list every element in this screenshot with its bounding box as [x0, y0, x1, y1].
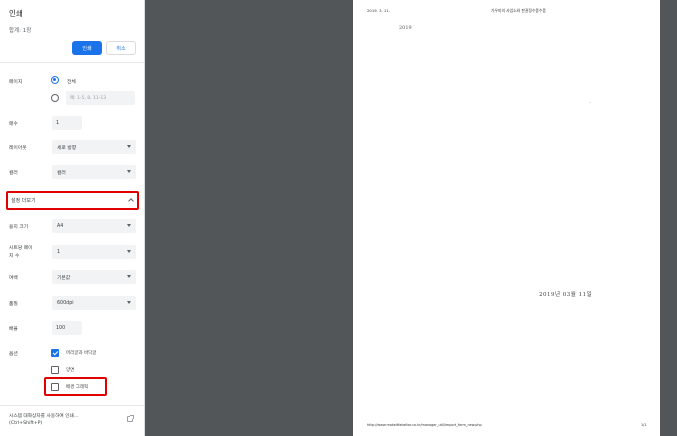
scale-label: 배율: [9, 327, 18, 332]
margins-value: 기본값: [57, 275, 71, 281]
pages-range-radio[interactable]: [51, 94, 59, 102]
layout-value: 세로 방향: [57, 145, 77, 151]
color-select[interactable]: 컬러: [52, 165, 136, 179]
background-graphics-checkbox[interactable]: [51, 383, 59, 391]
chevron-down-icon: [127, 224, 131, 227]
pages-per-sheet-label: 시트당 페이: [9, 246, 33, 251]
chevron-down-icon: [127, 145, 131, 148]
divider: [0, 405, 144, 406]
page-year: 2019: [399, 25, 412, 31]
open-external-icon: [127, 415, 134, 422]
duplex-label: 양면: [66, 368, 75, 373]
color-label: 컬러: [9, 171, 18, 176]
quality-value: 600dpi: [57, 300, 74, 306]
chevron-down-icon: [127, 250, 131, 253]
scale-input[interactable]: 100: [52, 321, 82, 335]
margins-select[interactable]: 기본값: [52, 270, 136, 284]
chevron-down-icon: [127, 301, 131, 304]
background-graphics-label: 배경 그래픽: [66, 385, 89, 390]
paper-size-label: 용지 크기: [9, 225, 29, 230]
print-button[interactable]: 인쇄: [72, 41, 102, 55]
pages-all-label: 전체: [67, 80, 76, 85]
quality-select[interactable]: 600dpi: [52, 296, 136, 310]
color-value: 컬러: [57, 170, 66, 176]
print-preview-page: 2019. 3. 11. 가우미의 사업소와 판권정수증수증 2019 - 20…: [353, 0, 660, 436]
system-dialog-shortcut: (Ctrl+Shift+P): [9, 420, 43, 426]
pages-per-sheet-select[interactable]: 1: [52, 245, 136, 259]
page-header-title: 가우미의 사업소와 판권정수증수증: [491, 8, 546, 13]
pages-per-sheet-label-cont: 지 수: [9, 254, 20, 259]
page-header-date: 2019. 3. 11.: [367, 8, 390, 13]
margins-label: 여백: [9, 276, 18, 281]
system-dialog-text: 시스템 대화상자를 사용하여 인쇄...: [9, 414, 79, 419]
headers-footers-label: 머리글과 바닥글: [66, 351, 97, 356]
page-center-date: 2019년 03월 11일: [539, 292, 593, 298]
copies-input[interactable]: 1: [52, 116, 82, 130]
more-settings-toggle[interactable]: 설정 더보기: [11, 197, 36, 204]
options-label: 옵션: [9, 352, 18, 357]
page-footer-url: http://www.makeitfabeltar.co.kr/manager_…: [367, 423, 482, 427]
paper-size-select[interactable]: A4: [52, 219, 136, 233]
paper-size-value: A4: [57, 223, 64, 229]
page-range-input[interactable]: 예: 1-5, 8, 11-13: [66, 91, 135, 105]
pages-per-sheet-value: 1: [57, 249, 61, 255]
quality-label: 품질: [9, 302, 18, 307]
copies-label: 매수: [9, 122, 18, 127]
system-dialog-link[interactable]: 시스템 대화상자를 사용하여 인쇄... (Ctrl+Shift+P): [9, 414, 78, 427]
duplex-checkbox[interactable]: [51, 366, 59, 374]
sheet-count: 합계: 1장: [9, 28, 32, 34]
divider: [0, 62, 144, 63]
layout-select[interactable]: 세로 방향: [52, 140, 136, 154]
print-settings-panel: 인쇄 합계: 1장 인쇄 취소 페이지 전체 예: 1-5, 8, 11-13 …: [0, 0, 145, 436]
chevron-down-icon: [127, 275, 131, 278]
dialog-title: 인쇄: [9, 9, 23, 18]
pages-label: 페이지: [9, 80, 23, 85]
pages-all-radio[interactable]: [51, 76, 59, 84]
layout-label: 레이아웃: [9, 146, 27, 151]
headers-footers-checkbox[interactable]: [51, 349, 59, 357]
chevron-down-icon: [127, 170, 131, 173]
cancel-button[interactable]: 취소: [106, 41, 136, 55]
page-mark: -: [589, 100, 591, 105]
page-number: 1/1: [641, 423, 647, 427]
